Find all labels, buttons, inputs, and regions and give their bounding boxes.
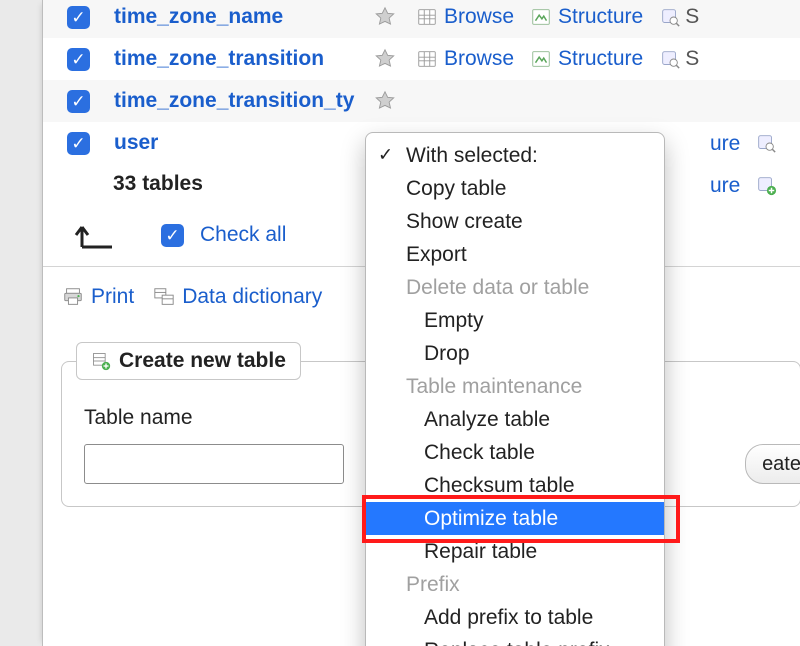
structure-peek[interactable]: ure	[710, 132, 740, 156]
browse-label: Browse	[444, 47, 514, 71]
search-initial: S	[685, 47, 699, 71]
favorite-star-icon[interactable]	[374, 6, 396, 28]
summary-text: 33 tables	[113, 172, 203, 196]
search-icon	[659, 48, 681, 70]
table-multi-icon	[152, 286, 176, 308]
print-link[interactable]: Print	[61, 285, 134, 309]
data-dictionary-link[interactable]: Data dictionary	[152, 285, 322, 309]
browse-link[interactable]: Browse	[416, 5, 514, 29]
create-button-label: eate	[762, 453, 800, 476]
row-checkbox[interactable]: ✓	[67, 6, 90, 29]
menu-analyze[interactable]: Analyze table	[366, 403, 664, 436]
menu-head-maintenance: Table maintenance	[366, 370, 664, 403]
table-row: ✓ time_zone_transition_ty	[43, 80, 800, 122]
structure-label: Structure	[558, 5, 643, 29]
search-icon[interactable]	[755, 132, 777, 154]
create-button[interactable]: eate	[745, 444, 800, 484]
with-selected-menu[interactable]: ✓ With selected: Copy table Show create …	[365, 132, 665, 646]
table-row: ✓ time_zone_transition Browse Structure	[43, 38, 800, 80]
table-name-link[interactable]: time_zone_transition	[114, 47, 374, 71]
table-icon	[416, 6, 438, 28]
row-checkbox[interactable]: ✓	[67, 48, 90, 71]
search-link[interactable]: S	[659, 5, 699, 29]
structure-link[interactable]: Structure	[530, 5, 643, 29]
check-all-checkbox[interactable]: ✓	[161, 224, 184, 247]
menu-check[interactable]: Check table	[366, 436, 664, 469]
create-table-title: Create new table	[76, 342, 301, 380]
row-checkbox[interactable]: ✓	[67, 132, 90, 155]
menu-show-create[interactable]: Show create	[366, 205, 664, 238]
menu-add-prefix[interactable]: Add prefix to table	[366, 601, 664, 634]
favorite-star-icon[interactable]	[374, 48, 396, 70]
table-row: ✓ time_zone_name Browse Structure	[43, 0, 800, 38]
search-icon	[659, 6, 681, 28]
table-name-link[interactable]: user	[114, 131, 374, 155]
search-link[interactable]: S	[659, 47, 699, 71]
table-icon	[416, 48, 438, 70]
menu-optimize[interactable]: Optimize table	[366, 502, 664, 535]
table-name-link[interactable]: time_zone_transition_ty	[114, 89, 374, 113]
browse-link[interactable]: Browse	[416, 47, 514, 71]
row-checkbox[interactable]: ✓	[67, 90, 90, 113]
printer-icon	[61, 286, 85, 308]
structure-icon	[530, 48, 552, 70]
search-initial: S	[685, 5, 699, 29]
table-name-link[interactable]: time_zone_name	[114, 5, 374, 29]
structure-label: Structure	[558, 47, 643, 71]
menu-head-delete: Delete data or table	[366, 271, 664, 304]
create-title-text: Create new table	[119, 349, 286, 373]
browse-label: Browse	[444, 5, 514, 29]
new-table-icon	[91, 351, 111, 371]
menu-with-selected[interactable]: ✓ With selected:	[366, 139, 664, 172]
menu-empty[interactable]: Empty	[366, 304, 664, 337]
menu-repair[interactable]: Repair table	[366, 535, 664, 568]
data-dictionary-label: Data dictionary	[182, 285, 322, 309]
menu-checksum[interactable]: Checksum table	[366, 469, 664, 502]
app-canvas: ✓ time_zone_leap_second Browse Structure	[0, 0, 800, 646]
table-name-input[interactable]	[84, 444, 344, 484]
menu-drop[interactable]: Drop	[366, 337, 664, 370]
menu-export[interactable]: Export	[366, 238, 664, 271]
structure-icon	[530, 6, 552, 28]
check-icon: ✓	[378, 144, 393, 165]
menu-copy-table[interactable]: Copy table	[366, 172, 664, 205]
select-arrow-icon	[43, 215, 161, 255]
table-name-label: Table name	[84, 406, 344, 430]
check-all-label[interactable]: Check all	[200, 223, 286, 247]
insert-icon[interactable]	[755, 174, 777, 196]
print-label: Print	[91, 285, 134, 309]
menu-replace-prefix[interactable]: Replace table prefix	[366, 634, 664, 646]
favorite-star-icon[interactable]	[374, 90, 396, 112]
structure-link[interactable]: Structure	[530, 47, 643, 71]
structure-peek[interactable]: ure	[710, 174, 740, 198]
menu-head-prefix: Prefix	[366, 568, 664, 601]
